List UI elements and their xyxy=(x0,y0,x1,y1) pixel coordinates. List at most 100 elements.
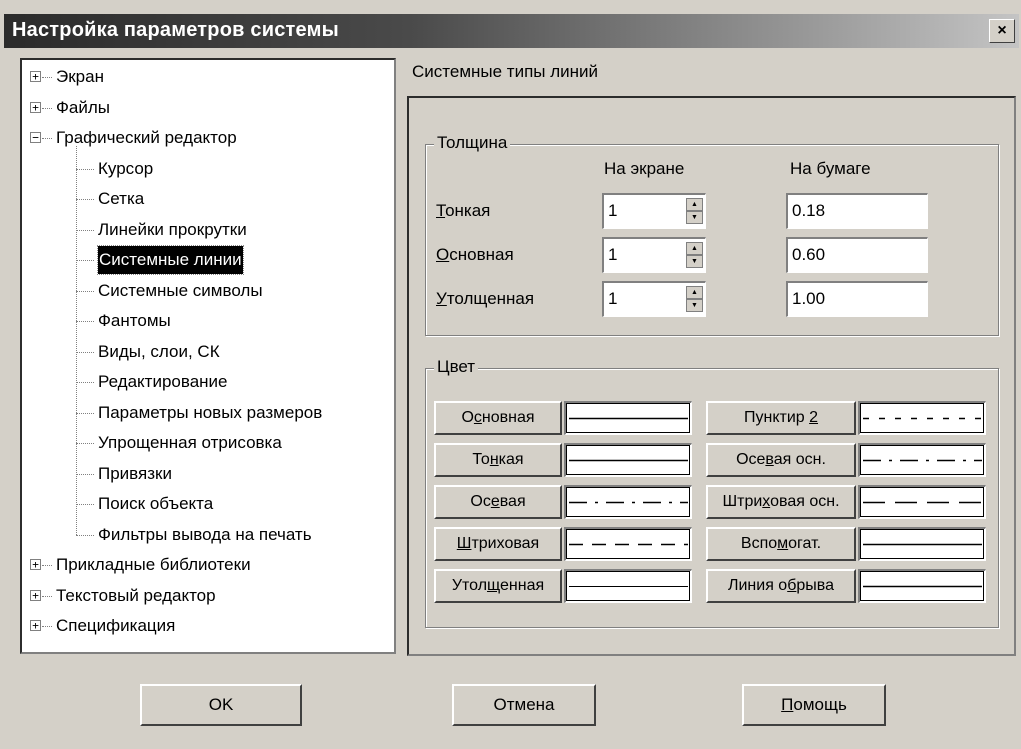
help-button[interactable]: Помощь xyxy=(742,684,886,726)
button-label-part: Осе xyxy=(736,451,766,468)
expand-icon[interactable]: + xyxy=(30,620,41,631)
expand-icon[interactable]: + xyxy=(30,71,41,82)
panel-header: Системные типы линий xyxy=(412,62,599,81)
help-button-label: омощь xyxy=(793,695,847,714)
expand-icon[interactable]: + xyxy=(30,589,41,601)
tree-item[interactable]: Фильтры вывода на печать xyxy=(22,521,392,549)
tree-connector xyxy=(42,138,52,139)
tree-item[interactable]: Системные символы xyxy=(22,277,392,305)
color-line-button[interactable]: Осевая осн. xyxy=(706,443,856,477)
tree-connector xyxy=(42,565,52,566)
tree-item[interactable]: Виды, слои, СК xyxy=(22,338,392,366)
color-line-button[interactable]: Вспомогат. xyxy=(706,527,856,561)
paper-width-input[interactable]: 0.18 xyxy=(786,193,928,229)
tree-item[interactable]: Сетка xyxy=(22,185,392,213)
tree-item[interactable]: Системные линии xyxy=(22,245,392,275)
color-line-button[interactable]: Линия обрыва xyxy=(706,569,856,603)
paper-width-input[interactable]: 0.60 xyxy=(786,237,928,273)
tree-item[interactable]: − Графический редактор xyxy=(22,124,392,152)
spin-down-icon[interactable]: ▼ xyxy=(686,299,703,312)
tree-item[interactable]: Упрощенная отрисовка xyxy=(22,429,392,457)
settings-panel: Толщина На экране На бумаге Тонкая 1 ▲ ▼ 0.1… xyxy=(407,96,1016,656)
screen-width-spinner[interactable]: 1 ▲ ▼ xyxy=(602,237,706,273)
spin-down-icon[interactable]: ▼ xyxy=(686,255,703,268)
tree-item-label: Спецификация xyxy=(56,616,176,635)
tree-item-label: Упрощенная отрисовка xyxy=(98,433,282,452)
button-accel: н xyxy=(489,451,499,468)
spin-up-icon[interactable]: ▲ xyxy=(686,242,703,255)
cancel-button[interactable]: Отмена xyxy=(452,684,596,726)
color-line-button[interactable]: Пунктир 2 xyxy=(706,401,856,435)
spinner-arrows[interactable]: ▲ ▼ xyxy=(686,242,703,270)
color-line-button[interactable]: Осевая xyxy=(434,485,562,519)
tree-item[interactable]: Фантомы xyxy=(22,307,392,335)
line-style-preview[interactable] xyxy=(564,401,692,435)
expand-icon[interactable]: + xyxy=(30,559,41,570)
label-text: онкая xyxy=(445,201,491,220)
line-style-preview[interactable] xyxy=(564,443,692,477)
line-style-preview[interactable] xyxy=(858,569,986,603)
screen-width-spinner[interactable]: 1 ▲ ▼ xyxy=(602,281,706,317)
expand-icon[interactable]: + xyxy=(30,101,41,113)
line-style-preview[interactable] xyxy=(564,569,692,603)
button-accel: б xyxy=(787,577,797,594)
button-label-part: Пунктир xyxy=(743,409,810,426)
tree-connector xyxy=(76,443,94,444)
button-label-part: енная xyxy=(500,577,545,594)
thickness-group: Толщина На экране На бумаге Тонкая 1 ▲ ▼ 0.1… xyxy=(425,133,999,336)
tree-item-label: Графический редактор xyxy=(56,128,237,147)
tree-item-label: Курсор xyxy=(98,158,154,178)
spin-down-icon[interactable]: ▼ xyxy=(686,211,703,224)
tree-item-label: Системные символы xyxy=(98,280,263,300)
tree-item[interactable]: Привязки xyxy=(22,460,392,488)
tree-item-label: Параметры новых размеров xyxy=(98,402,323,422)
button-accel: Ш xyxy=(456,535,472,552)
spin-up-icon[interactable]: ▲ xyxy=(686,286,703,299)
tree-item[interactable]: + Спецификация xyxy=(22,612,392,640)
spinner-arrows[interactable]: ▲ ▼ xyxy=(686,286,703,314)
tree-item[interactable]: Параметры новых размеров xyxy=(22,399,392,427)
spinner-value: 1 xyxy=(608,289,618,308)
tree-item[interactable]: Линейки прокрутки xyxy=(22,216,392,244)
button-accel: с xyxy=(473,409,482,426)
collapse-icon[interactable]: − xyxy=(30,132,41,143)
ok-button[interactable]: OK xyxy=(140,684,302,726)
spinner-arrows[interactable]: ▲ ▼ xyxy=(686,198,703,226)
button-accel: 2 xyxy=(809,409,819,426)
color-group: Цвет Основная Тонкая Осевая Штриховая Утолще… xyxy=(425,357,999,628)
color-line-button[interactable]: Основная xyxy=(434,401,562,435)
color-line-button[interactable]: Штриховая xyxy=(434,527,562,561)
tree-connector-vertical xyxy=(76,146,77,535)
tree-item-label: Фильтры вывода на печать xyxy=(98,524,312,544)
line-style-preview[interactable] xyxy=(858,401,986,435)
color-line-button[interactable]: Штриховая осн. xyxy=(706,485,856,519)
paper-width-input[interactable]: 1.00 xyxy=(786,281,928,317)
thickness-row-label: Основная xyxy=(436,245,514,265)
color-line-button[interactable]: Утолщенная xyxy=(434,569,562,603)
screen-width-spinner[interactable]: 1 ▲ ▼ xyxy=(602,193,706,229)
tree-item[interactable]: + Текстовый редактор xyxy=(22,582,392,610)
tree-item[interactable]: Курсор xyxy=(22,155,392,183)
line-style-preview[interactable] xyxy=(858,443,986,477)
button-label-part: огат. xyxy=(788,535,822,552)
line-style-preview[interactable] xyxy=(564,527,692,561)
line-style-preview[interactable] xyxy=(564,485,692,519)
line-style-preview[interactable] xyxy=(858,485,986,519)
button-label-part: Вспо xyxy=(740,535,778,552)
help-button-accel: П xyxy=(781,695,794,714)
tree-item[interactable]: + Файлы xyxy=(22,94,392,122)
close-button[interactable]: × xyxy=(989,19,1015,43)
thickness-row-label: Утолщенная xyxy=(436,289,534,309)
tree-item-label: Привязки xyxy=(98,463,172,483)
tree-connector xyxy=(76,473,94,475)
tree-item[interactable]: + Экран xyxy=(22,63,392,91)
tree-connector xyxy=(76,412,94,414)
label-text: толщенная xyxy=(446,289,535,308)
line-style-preview[interactable] xyxy=(858,527,986,561)
spin-up-icon[interactable]: ▲ xyxy=(686,198,703,211)
tree-item[interactable]: + Прикладные библиотеки xyxy=(22,551,392,579)
color-line-button[interactable]: Тонкая xyxy=(434,443,562,477)
tree-item[interactable]: Редактирование xyxy=(22,368,392,396)
tree-item[interactable]: Поиск объекта xyxy=(22,490,392,518)
button-label-part: Ос xyxy=(470,493,491,510)
